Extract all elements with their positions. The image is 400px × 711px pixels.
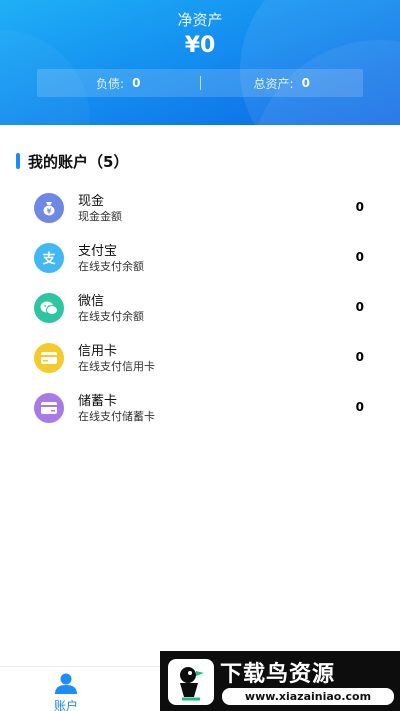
debit-card-icon [34,393,64,423]
account-amount: 0 [355,350,364,364]
account-subtitle: 在线支付余额 [78,310,144,323]
account-name: 微信 [78,294,105,309]
account-item-cash[interactable]: ¥ 现金 现金金额 0 [0,188,400,232]
svg-text:支: 支 [41,251,56,267]
net-assets-label: 净资产 [177,11,223,29]
account-subtitle: 在线支付余额 [78,260,144,273]
tab-accounts[interactable]: 账户 [36,671,96,711]
total-assets-value: 0 [301,76,310,90]
account-amount: 0 [355,400,364,414]
net-assets-value: ¥0 [184,33,216,58]
money-bag-icon: ¥ [34,193,64,223]
accounts-section-title: 我的账户（5） [28,152,129,171]
alipay-icon: 支 [34,243,64,273]
credit-card-icon [34,343,64,373]
account-amount: 0 [355,300,364,314]
account-item-wechat[interactable]: 微信 在线支付余额 0 [0,288,400,332]
total-assets-summary: 总资产: 0 [201,75,364,92]
bird-logo-icon [168,659,214,705]
account-name: 现金 [78,194,105,209]
account-amount: 0 [355,200,364,214]
accounts-section-header: 我的账户（5） [16,152,129,171]
watermark-url: www.xiazainiao.com [222,688,394,705]
liabilities-label: 负债: [96,76,125,91]
liabilities-summary: 负债: 0 [37,75,200,92]
wechat-icon [34,293,64,323]
tab-accounts-label: 账户 [53,699,78,711]
svg-text:¥: ¥ [47,208,52,216]
user-icon [54,673,78,695]
account-name: 信用卡 [78,344,118,359]
account-item-credit-card[interactable]: 信用卡 在线支付信用卡 0 [0,338,400,382]
account-subtitle: 在线支付信用卡 [78,360,155,373]
account-subtitle: 现金金额 [78,210,122,223]
summary-bar: 负债: 0 总资产: 0 [37,69,363,97]
account-subtitle: 在线支付储蓄卡 [78,410,155,423]
account-name: 支付宝 [78,244,118,259]
account-amount: 0 [355,250,364,264]
liabilities-value: 0 [132,76,141,90]
watermark-banner: 下载鸟资源 www.xiazainiao.com [160,651,400,711]
watermark-title: 下载鸟资源 [220,662,336,687]
account-name: 储蓄卡 [78,394,118,409]
total-assets-label: 总资产: [253,76,294,91]
account-item-debit-card[interactable]: 储蓄卡 在线支付储蓄卡 0 [0,388,400,432]
account-item-alipay[interactable]: 支 支付宝 在线支付余额 0 [0,238,400,282]
section-accent-bar [16,153,20,169]
header-panel: 净资产 ¥0 负债: 0 总资产: 0 [0,0,400,125]
